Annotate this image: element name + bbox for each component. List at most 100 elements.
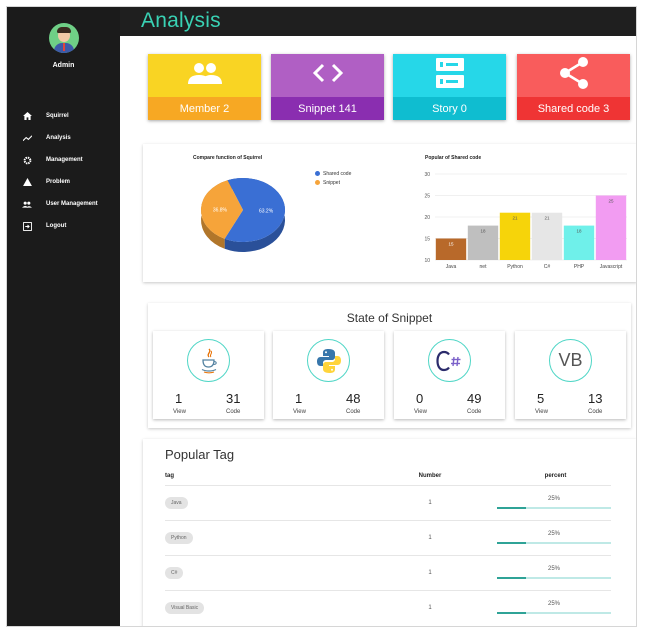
code-label: Code bbox=[588, 409, 603, 415]
tag-number: 1 bbox=[390, 589, 470, 625]
percent-text: 25% bbox=[547, 531, 560, 537]
view-count: 1 bbox=[175, 391, 183, 406]
stat-card-member[interactable]: Member 2 bbox=[148, 54, 261, 120]
snippet-card-csharp[interactable]: 0 49 View Code bbox=[394, 331, 505, 419]
table-header-row: tag Number percent bbox=[165, 467, 611, 485]
bar-value-label: 21 bbox=[512, 216, 518, 221]
group-icon bbox=[187, 62, 222, 89]
sidebar-item-label: User Management bbox=[46, 201, 98, 207]
x-tick-label: PHP bbox=[574, 264, 585, 270]
view-label: View bbox=[293, 409, 306, 415]
logout-icon bbox=[21, 221, 33, 231]
sidebar-item-label: Squirrel bbox=[46, 113, 69, 119]
code-label: Code bbox=[226, 409, 241, 415]
column-header-percent: percent bbox=[544, 472, 567, 479]
stat-card-label: Story 0 bbox=[393, 97, 506, 120]
view-label: View bbox=[173, 409, 186, 415]
view-count: 0 bbox=[416, 391, 424, 406]
code-count: 48 bbox=[346, 391, 361, 406]
percent-bar bbox=[497, 542, 611, 544]
popular-tag-panel: Popular Tag tag Number percent Java 1 25… bbox=[143, 439, 636, 626]
snippet-card-python[interactable]: 1 48 View Code bbox=[273, 331, 384, 419]
tag-chip[interactable]: C# bbox=[165, 566, 184, 579]
sidebar-item-label: Management bbox=[46, 157, 83, 163]
legend-item-snippet: Snippet bbox=[315, 178, 351, 187]
sidebar-item-analysis[interactable]: Analysis bbox=[7, 127, 120, 149]
legend-label: Snippet bbox=[323, 179, 340, 186]
sidebar-item-logout[interactable]: Logout bbox=[7, 215, 120, 237]
stat-card-label: Member 2 bbox=[148, 97, 261, 120]
percent-cell: 25% bbox=[497, 531, 611, 544]
users-icon bbox=[21, 199, 33, 209]
x-tick-label: net bbox=[480, 264, 488, 270]
page-header: Analysis bbox=[120, 7, 636, 36]
percent-text: 25% bbox=[547, 601, 560, 608]
bar-value-label: 18 bbox=[480, 229, 486, 234]
legend-swatch bbox=[315, 171, 320, 176]
tag-chip[interactable]: Java bbox=[165, 496, 188, 509]
percent-text: 25% bbox=[547, 496, 560, 502]
stat-card-shared-code[interactable]: Shared code 3 bbox=[517, 54, 630, 120]
code-count: 31 bbox=[226, 391, 241, 406]
sidebar-menu: Squirrel Analysis Management Problem Use… bbox=[7, 105, 120, 237]
stat-card-snippet[interactable]: Snippet 141 bbox=[271, 54, 384, 120]
bar-value-label: 25 bbox=[608, 199, 614, 204]
percent-bar-fill bbox=[497, 612, 526, 615]
percent-cell: 25% bbox=[497, 566, 611, 579]
avatar[interactable] bbox=[48, 23, 79, 53]
python-icon bbox=[307, 339, 350, 382]
legend-item-shared-code: Shared code bbox=[315, 169, 351, 178]
sidebar-item-label: Problem bbox=[46, 179, 71, 185]
table-row[interactable]: Python 1 25% bbox=[165, 519, 611, 555]
percent-bar-fill bbox=[497, 542, 526, 544]
tag-number: 1 bbox=[390, 519, 470, 555]
charts-panel: Compare function of Squirrel 63.2% 36.8% … bbox=[143, 144, 636, 282]
vb-icon: VB bbox=[549, 339, 592, 382]
bar-value-label: 21 bbox=[544, 216, 550, 221]
view-count: 5 bbox=[537, 391, 545, 406]
x-tick-label: Javascript bbox=[600, 264, 623, 270]
column-header-tag: tag bbox=[165, 472, 174, 479]
y-tick-label: 10 bbox=[424, 258, 430, 264]
x-tick-label: Java bbox=[446, 264, 457, 270]
snippet-card-vb[interactable]: VB 5 13 View Code bbox=[515, 331, 626, 419]
sidebar-item-user-management[interactable]: User Management bbox=[7, 193, 120, 215]
snippet-state-panel: State of Snippet 1 31 View Code 1 48 Vie… bbox=[148, 303, 631, 428]
sidebar-item-problem[interactable]: Problem bbox=[7, 171, 120, 193]
snippet-card-java[interactable]: 1 31 View Code bbox=[153, 331, 264, 419]
percent-bar-fill bbox=[497, 577, 526, 579]
bar-chart-title: Popular of Shared code bbox=[425, 155, 482, 161]
code-count: 49 bbox=[467, 391, 482, 406]
storage-icon bbox=[435, 58, 464, 93]
trending-icon bbox=[21, 133, 33, 143]
y-tick-label: 20 bbox=[424, 215, 430, 221]
tag-number: 1 bbox=[390, 554, 470, 590]
percent-bar-fill bbox=[497, 507, 526, 509]
y-tick-label: 25 bbox=[424, 193, 430, 199]
tag-chip[interactable]: Visual Basic bbox=[165, 601, 205, 614]
table-row[interactable]: Java 1 25% bbox=[165, 484, 611, 520]
username: Admin bbox=[52, 62, 75, 69]
pie-slice-label-1: 36.8% bbox=[213, 207, 228, 213]
stat-card-top bbox=[271, 54, 384, 97]
tag-chip[interactable]: Python bbox=[165, 531, 193, 544]
table-row[interactable]: Visual Basic 1 25% bbox=[165, 589, 611, 625]
stat-card-top bbox=[148, 54, 261, 97]
sidebar-item-squirrel[interactable]: Squirrel bbox=[7, 105, 120, 127]
stat-card-story[interactable]: Story 0 bbox=[393, 54, 506, 120]
bar-javascript[interactable] bbox=[595, 195, 627, 261]
legend-swatch bbox=[315, 180, 320, 185]
sidebar-item-management[interactable]: Management bbox=[7, 149, 120, 171]
snippet-state-title: State of Snippet bbox=[346, 311, 433, 325]
code-label: Code bbox=[346, 409, 361, 415]
percent-text: 25% bbox=[547, 566, 560, 572]
pie-legend: Shared code Snippet bbox=[315, 169, 351, 187]
y-tick-label: 30 bbox=[424, 172, 430, 178]
code-count: 13 bbox=[588, 391, 603, 406]
table-row[interactable]: C# 1 25% bbox=[165, 554, 611, 590]
percent-cell: 25% bbox=[497, 601, 611, 615]
x-tick-label: C# bbox=[544, 264, 551, 270]
x-tick-label: Python bbox=[507, 264, 523, 270]
pie-slice-label-0: 63.2% bbox=[259, 209, 274, 215]
user-profile: Admin bbox=[7, 7, 120, 97]
